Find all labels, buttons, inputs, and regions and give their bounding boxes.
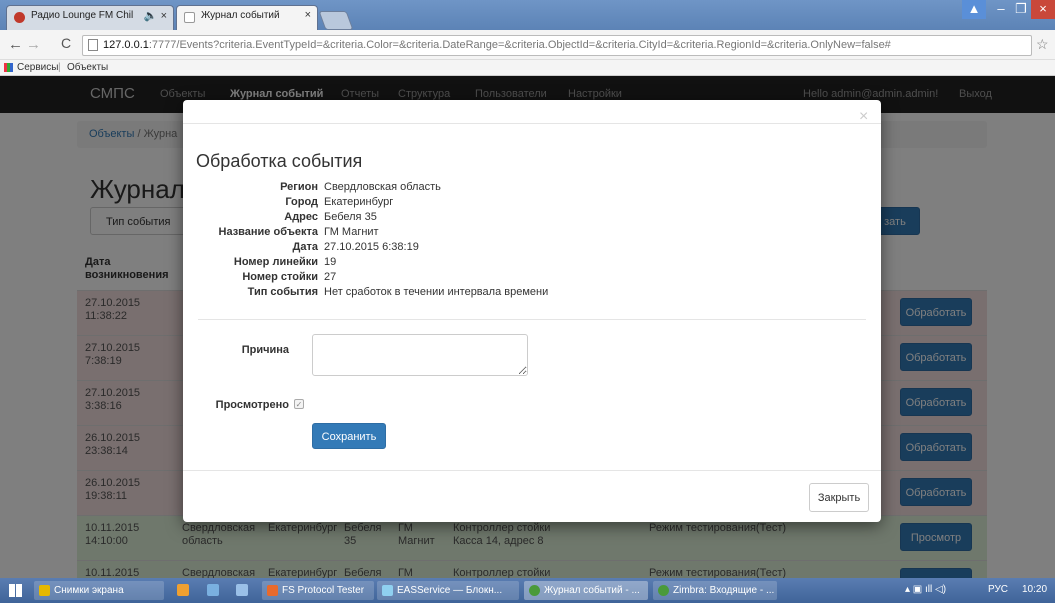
save-button[interactable]: Сохранить (312, 423, 386, 449)
taskbar-label: EASService — Блокн... (397, 585, 503, 596)
value-event-type: Нет сработок в течении интервала времени (324, 286, 549, 298)
radio-favicon-icon (14, 12, 25, 23)
quicklaunch-icon[interactable] (236, 584, 248, 596)
taskbar-label: Журнал событий - ... (544, 585, 640, 596)
restore-icon[interactable]: ‒ (988, 0, 1014, 19)
notepad-icon (382, 585, 393, 596)
close-button[interactable]: Закрыть (809, 483, 869, 512)
label-region: Регион (280, 181, 318, 193)
label-date: Дата (292, 241, 318, 253)
new-tab-button[interactable] (318, 11, 354, 30)
label-line-number: Номер линейки (233, 256, 318, 268)
taskbar-label: Zimbra: Входящие - ... (673, 585, 775, 596)
page-favicon-icon (184, 12, 195, 23)
label-object-name: Название объекта (218, 226, 319, 238)
reload-icon[interactable]: C (61, 35, 71, 51)
label-address: Адрес (284, 211, 318, 223)
tab-radio[interactable]: Радио Lounge FM Chil 🔈 × (6, 5, 174, 30)
viewed-checkbox[interactable]: ✓ (294, 399, 304, 409)
url-input[interactable]: 127.0.0.1:7777/Events?criteria.EventType… (82, 35, 1032, 56)
forward-icon[interactable]: → (26, 36, 41, 53)
tray-icons[interactable]: ▴ ▣ ıll ◁) (905, 584, 946, 595)
taskbar-item-notepad[interactable]: EASService — Блокн... (377, 581, 519, 600)
modal-footer-divider (183, 470, 881, 471)
process-event-dialog: × Обработка события Регион Свердловская … (183, 100, 881, 522)
modal-header-divider (183, 123, 881, 124)
value-city: Екатеринбург (324, 196, 394, 208)
maximize-icon[interactable]: ❐ (1012, 0, 1030, 19)
value-date: 27.10.2015 6:38:19 (324, 241, 419, 253)
taskbar-item-events[interactable]: Журнал событий - ... (524, 581, 648, 600)
event-details: Регион Свердловская область Город Екатер… (183, 181, 881, 301)
url-host: 127.0.0.1 (103, 39, 149, 51)
bookmark-star-icon[interactable]: ☆ (1036, 36, 1049, 53)
quicklaunch-icon[interactable] (207, 584, 219, 596)
start-icon[interactable] (9, 584, 22, 597)
bookmarks-bar: Сервисы | Объекты (0, 60, 1055, 76)
apps-icon (4, 63, 13, 72)
taskbar-item-screenshots[interactable]: Снимки экрана (34, 581, 164, 600)
value-line-number: 19 (324, 256, 337, 268)
windows-taskbar: Снимки экрана FS Protocol Tester EASServ… (0, 578, 1055, 603)
taskbar-item-zimbra[interactable]: Zimbra: Входящие - ... (653, 581, 777, 600)
chrome-icon (529, 585, 540, 596)
value-address: Бебеля 35 (324, 211, 377, 223)
reason-label: Причина (241, 344, 289, 356)
tab-label: Радио Lounge FM Chil (31, 10, 134, 21)
tab-events[interactable]: Журнал событий × (176, 5, 318, 30)
folder-icon (39, 585, 50, 596)
chrome-icon (658, 585, 669, 596)
taskbar-item-fs-protocol[interactable]: FS Protocol Tester (262, 581, 374, 600)
tab-close-icon[interactable]: 🔈 × (144, 9, 167, 22)
value-region: Свердловская область (324, 181, 441, 193)
reason-input[interactable] (312, 334, 528, 376)
viewed-label: Просмотрено (215, 399, 289, 411)
taskbar-label: FS Protocol Tester (282, 585, 365, 596)
tab-label: Журнал событий (201, 10, 280, 21)
value-object-name: ГМ Магнит (324, 226, 379, 238)
taskbar-label: Снимки экрана (54, 585, 124, 596)
label-rack-number: Номер стойки (242, 271, 318, 283)
page-content: СМПС Объекты Журнал событий Отчеты Струк… (0, 76, 1055, 578)
bookmark-objects[interactable]: Объекты (67, 62, 108, 73)
tab-close-icon[interactable]: × (305, 9, 311, 21)
clock[interactable]: 10:20 (1022, 584, 1047, 595)
bookmark-services[interactable]: Сервисы (17, 62, 58, 73)
close-window-icon[interactable]: × (1031, 0, 1055, 19)
bookmark-separator: | (58, 62, 61, 73)
modal-title: Обработка события (196, 151, 363, 171)
close-icon[interactable]: × (859, 109, 868, 125)
language-indicator[interactable]: РУС (988, 584, 1008, 595)
minimize-icon[interactable]: ▲ (962, 0, 986, 19)
label-city: Город (285, 196, 318, 208)
page-icon (88, 39, 98, 51)
back-icon[interactable]: ← (8, 36, 23, 53)
value-rack-number: 27 (324, 271, 337, 283)
url-path: :7777/Events?criteria.EventTypeId=&crite… (148, 39, 891, 51)
form-divider (198, 319, 866, 320)
browser-tab-bar: Радио Lounge FM Chil 🔈 × Журнал событий … (0, 0, 1055, 30)
app-icon (267, 585, 278, 596)
label-event-type: Тип события (247, 286, 318, 298)
quicklaunch-icon[interactable] (177, 584, 189, 596)
